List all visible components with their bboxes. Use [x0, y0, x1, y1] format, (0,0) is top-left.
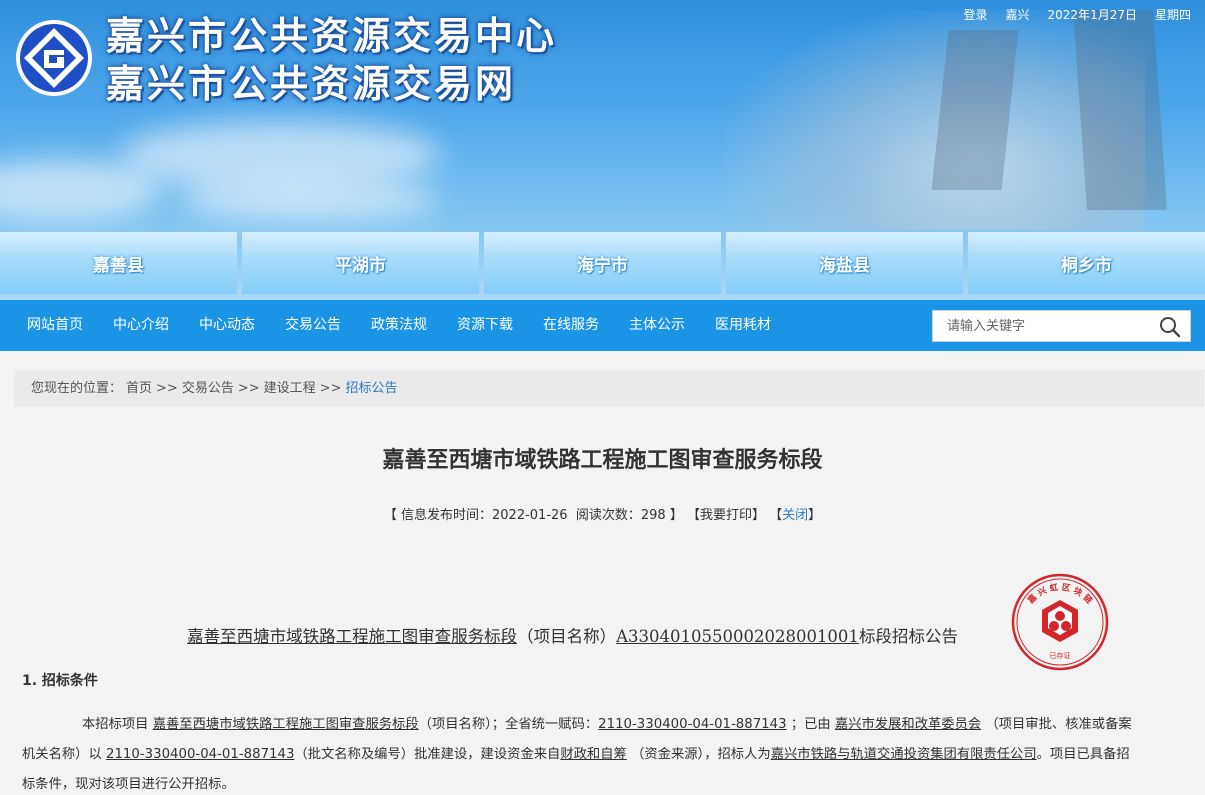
notice-tail-text: 标段招标公告 [858, 627, 958, 646]
main-nav: 网站首页 中心介绍 中心动态 交易公告 政策法规 资源下载 在线服务 主体公示 … [0, 300, 1205, 351]
breadcrumb-announcements[interactable]: 交易公告 [182, 370, 234, 407]
search-box [932, 310, 1191, 342]
publish-date: 2022-01-26 [492, 508, 568, 523]
current-date: 2022年1月27日 [1047, 8, 1137, 22]
breadcrumb-separator: >> [319, 381, 342, 396]
nav-online-service[interactable]: 在线服务 [528, 300, 614, 351]
cloud-decoration [120, 120, 440, 190]
publish-label: 信息发布时间： [400, 508, 492, 523]
nav-policies[interactable]: 政策法规 [356, 300, 442, 351]
county-tabs: 嘉善县 平湖市 海宁市 海盐县 桐乡市 [0, 232, 1205, 294]
top-info-bar: 登录 嘉兴 2022年1月27日 星期四 [964, 6, 1192, 23]
para-unified-code: 2110-330400-04-01-887143 [598, 717, 787, 732]
print-button[interactable]: 【我要打印】 [687, 508, 765, 523]
county-tab-jiashan[interactable]: 嘉善县 [0, 232, 237, 294]
breadcrumb-label: 您现在的位置： [31, 381, 123, 396]
breadcrumb: 您现在的位置： 首页 >> 交易公告 >> 建设工程 >> 招标公告 [14, 370, 1204, 407]
building-silhouette [1073, 10, 1167, 210]
search-input[interactable] [933, 311, 1153, 341]
meta-bracket: 【 [383, 508, 397, 523]
meta-bracket: 】 [808, 508, 822, 523]
breadcrumb-separator: >> [237, 381, 260, 396]
county-tab-haining[interactable]: 海宁市 [484, 232, 721, 294]
county-tab-haiyan[interactable]: 海盐县 [726, 232, 963, 294]
nav-entity-disclosure[interactable]: 主体公示 [614, 300, 700, 351]
blockchain-stamp-icon: 嘉 兴 虹 区 块 链 已存证 [1011, 573, 1109, 671]
site-title-center: 嘉兴市公共资源交易中心 [106, 14, 558, 58]
nav-home[interactable]: 网站首页 [12, 300, 98, 351]
para-tenderer: 嘉兴市铁路与轨道交通投资集团有限责任公司 [770, 747, 1037, 762]
section-heading-conditions: 1. 招标条件 [22, 673, 98, 689]
stamp-bottom-text: 已存证 [1050, 651, 1071, 660]
article: 嘉善至西塘市域铁路工程施工图审查服务标段 【 信息发布时间：2022-01-26… [0, 418, 1205, 795]
article-meta: 【 信息发布时间：2022-01-26 阅读次数：298 】 【我要打印】 【关… [0, 504, 1205, 523]
city-label[interactable]: 嘉兴 [1006, 6, 1030, 23]
conditions-paragraph: 本招标项目 嘉善至西塘市域铁路工程施工图审查服务标段（项目名称）；全省统一赋码：… [22, 710, 1132, 795]
nav-announcements[interactable]: 交易公告 [270, 300, 356, 351]
breadcrumb-current[interactable]: 招标公告 [345, 370, 397, 407]
para-text: （项目名称）；全省统一赋码： [418, 717, 599, 732]
para-project-name: 嘉善至西塘市域铁路工程施工图审查服务标段 [152, 717, 419, 732]
para-text: ；已由 [790, 717, 831, 732]
cloud-decoration [180, 180, 440, 220]
meta-bracket: 】 [669, 508, 683, 523]
site-title-network: 嘉兴市公共资源交易网 [106, 62, 517, 106]
para-approval-doc: 2110-330400-04-01-887143 [106, 747, 295, 762]
nav-news[interactable]: 中心动态 [184, 300, 270, 351]
para-approval-agency: 嘉兴市发展和改革委员会 [834, 717, 982, 732]
meta-bracket: 【 [769, 508, 783, 523]
para-text: （资金来源），招标人为 [631, 747, 771, 762]
article-title: 嘉善至西塘市域铁路工程施工图审查服务标段 [382, 448, 823, 473]
nav-about[interactable]: 中心介绍 [98, 300, 184, 351]
nav-downloads[interactable]: 资源下载 [442, 300, 528, 351]
para-text: （批文名称及编号）批准建设，建设资金来自 [294, 747, 561, 762]
views-label: 阅读次数： [575, 508, 641, 523]
nav-medical-supplies[interactable]: 医用耗材 [700, 300, 786, 351]
close-button[interactable]: 关闭 [782, 508, 808, 523]
search-icon[interactable] [1158, 315, 1182, 339]
county-tab-pinghu[interactable]: 平湖市 [242, 232, 479, 294]
notice-heading: 嘉善至西塘市域铁路工程施工图审查服务标段（项目名称）A3304010550002… [0, 623, 1145, 647]
para-fund-source: 财政和自筹 [560, 747, 627, 762]
para-text: 本招标项目 [82, 717, 149, 732]
county-tab-tongxiang[interactable]: 桐乡市 [968, 232, 1205, 294]
notice-section-code: A3304010550002028001001 [616, 627, 859, 646]
breadcrumb-home[interactable]: 首页 [126, 370, 152, 407]
breadcrumb-separator: >> [156, 381, 178, 396]
breadcrumb-construction[interactable]: 建设工程 [264, 370, 316, 407]
login-link[interactable]: 登录 [964, 6, 988, 23]
site-logo-icon [16, 20, 92, 96]
notice-project-name: 嘉善至西塘市域铁路工程施工图审查服务标段 [187, 627, 518, 646]
views-count: 298 [640, 508, 666, 523]
current-weekday: 星期四 [1154, 8, 1191, 22]
notice-mid-text: （项目名称） [517, 627, 617, 646]
